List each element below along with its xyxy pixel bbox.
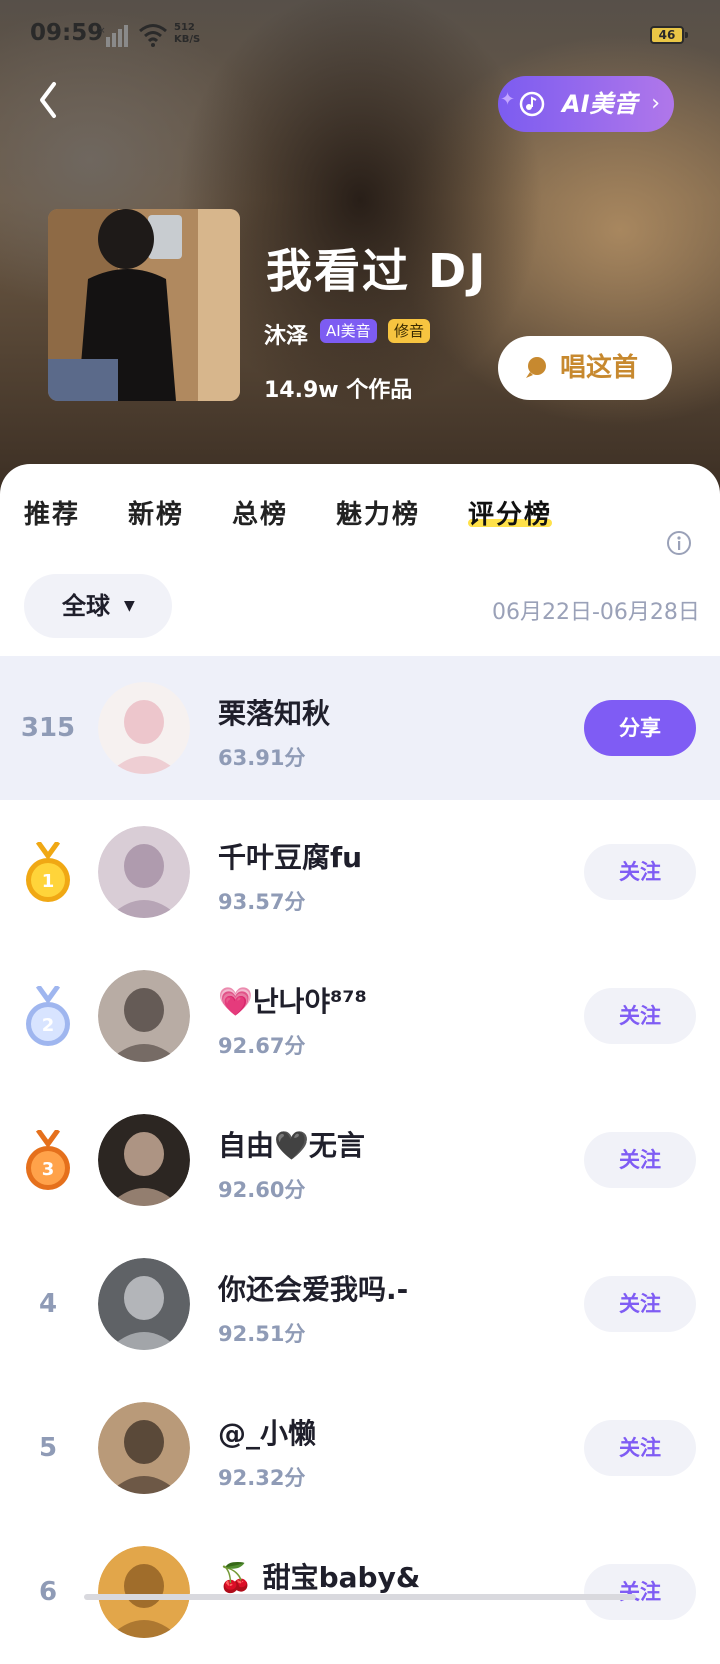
tab-new[interactable]: 新榜: [128, 494, 184, 531]
tab-recommend-label: 推荐: [24, 500, 81, 530]
user-name[interactable]: @_小懒: [218, 1412, 316, 1452]
battery-icon: 46: [650, 26, 688, 44]
ai-voice-button[interactable]: ✦ AI美音 ›: [498, 76, 674, 132]
status-bar: 09:59 × 512 KB/S 46: [0, 0, 720, 72]
user-name[interactable]: 千叶豆腐fu: [218, 836, 362, 876]
info-icon[interactable]: [666, 530, 692, 556]
ai-music-icon: [519, 91, 545, 117]
medal-rank-number: 2: [42, 1015, 55, 1036]
home-indicator: [84, 1594, 636, 1600]
rank-row[interactable]: 3 自由🖤无言 92.60分 关注: [0, 1088, 720, 1232]
region-label: 全球: [62, 592, 110, 620]
ranking-tabs: 推荐 新榜 总榜 魅力榜 评分榜: [0, 494, 720, 555]
rank-row[interactable]: 5 @_小懒 92.32分 关注: [0, 1376, 720, 1520]
rank-row[interactable]: 6 🍒 甜宝baby& 关注: [0, 1520, 720, 1664]
tab-score-label: 评分榜: [468, 500, 553, 530]
sing-this-label: 唱这首: [560, 353, 639, 383]
tab-overall-label: 总榜: [232, 500, 289, 530]
user-name[interactable]: 💗난나야⁸⁷⁸: [218, 980, 367, 1020]
rank-number: 5: [38, 1433, 58, 1463]
ai-voice-label: AI美音: [562, 90, 638, 118]
user-name[interactable]: 你还会爱我吗.-: [218, 1268, 408, 1308]
pitch-fix-badge: 修音: [388, 319, 431, 343]
medal-rank-number: 1: [42, 871, 55, 892]
user-name[interactable]: 🍒 甜宝baby&: [218, 1556, 420, 1596]
user-score: 92.67分: [218, 1034, 306, 1058]
rank-number: 4: [38, 1289, 58, 1319]
user-score: 92.60分: [218, 1178, 306, 1202]
date-range: 06月22日-06月28日: [492, 600, 700, 625]
user-score: 63.91分: [218, 746, 306, 770]
follow-button[interactable]: 关注: [584, 988, 696, 1044]
tab-new-label: 新榜: [128, 500, 185, 530]
user-name[interactable]: 自由🖤无言: [218, 1124, 365, 1164]
rank-row[interactable]: 2 💗난나야⁸⁷⁸ 92.67分 关注: [0, 944, 720, 1088]
follow-button[interactable]: 关注: [584, 1276, 696, 1332]
ranking-list: 315 栗落知秋 63.91分 分享 1 千叶豆腐fu 93.57分 关注 2 💗난나야⁸⁷⁸ 92…: [0, 656, 720, 1664]
works-count-value: 14.9w: [264, 378, 339, 403]
tab-charm[interactable]: 魅力榜: [336, 494, 420, 531]
avatar[interactable]: [98, 1114, 190, 1206]
rank-number: 6: [38, 1577, 58, 1607]
tab-overall[interactable]: 总榜: [232, 494, 288, 531]
rank-row[interactable]: 4 你还会爱我吗.- 92.51分 关注: [0, 1232, 720, 1376]
network-speed-unit: KB/S: [174, 34, 201, 45]
back-button[interactable]: [28, 78, 68, 122]
avatar[interactable]: [98, 1402, 190, 1494]
sparkle-icon: ✦: [500, 89, 516, 110]
follow-button[interactable]: 关注: [584, 844, 696, 900]
sing-this-button[interactable]: 唱这首: [498, 336, 672, 400]
works-count: 14.9w 个作品: [264, 372, 412, 404]
ai-voice-badge: AI美音: [320, 319, 377, 343]
artist-name[interactable]: 沐泽: [264, 318, 308, 350]
rank-number: 315: [20, 713, 76, 743]
silver-medal-icon: 2: [26, 986, 70, 1046]
bronze-medal-icon: 3: [26, 1130, 70, 1190]
rank-row[interactable]: 1 千叶豆腐fu 93.57分 关注: [0, 800, 720, 944]
user-name[interactable]: 栗落知秋: [218, 692, 330, 732]
user-score: 93.57分: [218, 890, 306, 914]
song-title: 我看过 DJ: [266, 244, 488, 298]
network-speed-value: 512: [174, 22, 195, 33]
status-time: 09:59: [30, 20, 104, 46]
caret-down-icon: ▼: [124, 598, 135, 614]
avatar[interactable]: [98, 826, 190, 918]
microphone-icon: [526, 357, 546, 378]
wifi-icon: [139, 24, 167, 47]
signal-icon: ×: [98, 25, 128, 47]
region-dropdown[interactable]: 全球 ▼: [24, 574, 172, 638]
battery-level: 46: [658, 28, 676, 42]
user-score: 92.32分: [218, 1466, 306, 1490]
ranking-sheet: 推荐 新榜 总榜 魅力榜 评分榜 全球 ▼ 06月22日-06月28日 315 栗…: [0, 464, 720, 1638]
tab-score[interactable]: 评分榜: [468, 494, 553, 531]
avatar[interactable]: [98, 682, 190, 774]
network-speed: 512 KB/S: [174, 22, 200, 46]
tab-charm-label: 魅力榜: [336, 500, 421, 530]
follow-button[interactable]: 关注: [584, 1564, 696, 1620]
my-rank-row[interactable]: 315 栗落知秋 63.91分 分享: [0, 656, 720, 800]
song-cover-image[interactable]: [48, 209, 240, 401]
svg-text:×: ×: [98, 26, 106, 36]
avatar[interactable]: [98, 1258, 190, 1350]
works-count-label: 个作品: [346, 378, 413, 403]
medal-rank-number: 3: [42, 1159, 55, 1180]
tab-recommend[interactable]: 推荐: [24, 494, 80, 531]
avatar[interactable]: [98, 970, 190, 1062]
chevron-right-icon: ›: [651, 91, 660, 116]
follow-button[interactable]: 关注: [584, 1420, 696, 1476]
share-button[interactable]: 分享: [584, 700, 696, 756]
gold-medal-icon: 1: [26, 842, 70, 902]
follow-button[interactable]: 关注: [584, 1132, 696, 1188]
user-score: 92.51分: [218, 1322, 306, 1346]
avatar[interactable]: [98, 1546, 190, 1638]
